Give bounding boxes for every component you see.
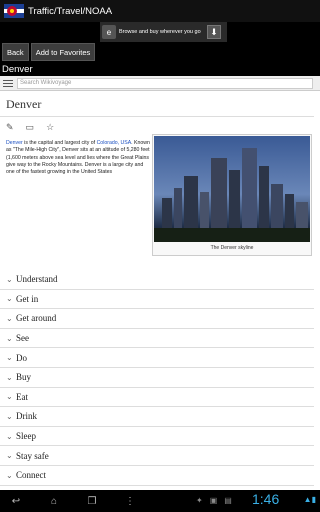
section-get-in[interactable]: ⌄ Get in xyxy=(0,290,314,310)
section-label: Drink xyxy=(16,411,37,422)
section-label: See xyxy=(16,333,29,344)
section-understand[interactable]: ⌄ Understand xyxy=(0,270,314,290)
colorado-link[interactable]: Colorado, USA xyxy=(97,140,132,146)
denver-skyline-image[interactable] xyxy=(154,136,310,242)
clock: 1:46 xyxy=(252,491,280,507)
page-header: Denver xyxy=(0,62,320,76)
chevron-down-icon: ⌄ xyxy=(6,294,13,304)
chevron-down-icon: ⌄ xyxy=(6,392,13,402)
section-label: Get in xyxy=(16,293,39,304)
colorado-flag-icon xyxy=(4,4,24,18)
denver-link[interactable]: Denver xyxy=(6,140,23,146)
back-button[interactable]: Back xyxy=(2,43,29,61)
menu-icon[interactable] xyxy=(3,79,13,87)
image-icon: ▤ xyxy=(224,496,232,505)
section-label: Understand xyxy=(16,274,58,285)
intro-paragraph: Denver is the capital and largest city o… xyxy=(6,140,150,176)
skyline-figure: The Denver skyline xyxy=(152,134,312,256)
android-icon: ✦ xyxy=(196,496,203,505)
section-buy[interactable]: ⌄ Buy xyxy=(0,368,314,388)
edit-icon[interactable]: ✎ xyxy=(6,122,14,133)
article-intro: Denver is the capital and largest city o… xyxy=(0,134,320,264)
section-see[interactable]: ⌄ See xyxy=(0,329,314,349)
notification-icons: ✦ ▣ ▤ xyxy=(196,496,232,505)
ebay-logo-icon: e xyxy=(102,25,116,39)
shop-icon: ▣ xyxy=(209,496,218,505)
section-label: Sleep xyxy=(16,431,36,442)
home-nav-icon[interactable]: ⌂ xyxy=(42,496,66,507)
ad-text: Browse and buy wherever you go xyxy=(119,29,201,35)
chevron-down-icon: ⌄ xyxy=(6,274,13,284)
section-eat[interactable]: ⌄ Eat xyxy=(0,388,314,408)
chevron-down-icon: ⌄ xyxy=(6,372,13,382)
section-label: Do xyxy=(16,352,27,363)
star-icon[interactable]: ☆ xyxy=(46,122,54,133)
ad-bar: e Browse and buy wherever you go ⬇ xyxy=(0,22,320,42)
section-list: ⌄ Understand ⌄ Get in ⌄ Get around ⌄ See ⌄ Do ⌄ Buy… xyxy=(0,270,320,486)
webview[interactable]: Search Wikivoyage Denver ✎ ▭ ☆ Denver is… xyxy=(0,76,320,490)
recent-apps-icon[interactable]: ❐ xyxy=(80,496,104,507)
section-get-around[interactable]: ⌄ Get around xyxy=(0,309,314,329)
section-label: Eat xyxy=(16,391,28,402)
section-drink[interactable]: ⌄ Drink xyxy=(0,407,314,427)
section-label: Buy xyxy=(16,372,32,383)
section-label: Stay safe xyxy=(16,450,49,461)
figure-caption: The Denver skyline xyxy=(210,245,254,251)
section-sleep[interactable]: ⌄ Sleep xyxy=(0,427,314,447)
chevron-down-icon: ⌄ xyxy=(6,353,13,363)
section-label: Get around xyxy=(16,313,57,324)
section-label: Connect xyxy=(16,470,46,481)
system-navbar: ↩ ⌂ ❐ ⋮ ✦ ▣ ▤ 1:46 ▲▮ xyxy=(0,490,320,512)
chevron-down-icon: ⌄ xyxy=(6,470,13,480)
chevron-down-icon: ⌄ xyxy=(6,313,13,323)
section-stay-safe[interactable]: ⌄ Stay safe xyxy=(0,446,314,466)
chevron-down-icon: ⌄ xyxy=(6,431,13,441)
app-titlebar: Traffic/Travel/NOAA xyxy=(0,0,320,22)
download-icon[interactable]: ⬇ xyxy=(207,25,221,39)
chevron-down-icon: ⌄ xyxy=(6,333,13,343)
app-title: Traffic/Travel/NOAA xyxy=(28,5,113,17)
article-title: Denver xyxy=(0,91,314,117)
menu-nav-icon[interactable]: ⋮ xyxy=(118,496,142,507)
chevron-down-icon: ⌄ xyxy=(6,451,13,461)
add-page-icon[interactable]: ▭ xyxy=(26,122,35,133)
search-input[interactable]: Search Wikivoyage xyxy=(17,77,313,89)
section-do[interactable]: ⌄ Do xyxy=(0,348,314,368)
add-to-favorites-button[interactable]: Add to Favorites xyxy=(30,43,96,61)
search-bar: Search Wikivoyage xyxy=(0,76,320,91)
chevron-down-icon: ⌄ xyxy=(6,411,13,421)
section-connect[interactable]: ⌄ Connect xyxy=(0,466,314,486)
status-icons: ▲▮ xyxy=(303,495,316,504)
back-nav-icon[interactable]: ↩ xyxy=(4,496,28,507)
toolbar: Back Add to Favorites xyxy=(0,42,320,62)
